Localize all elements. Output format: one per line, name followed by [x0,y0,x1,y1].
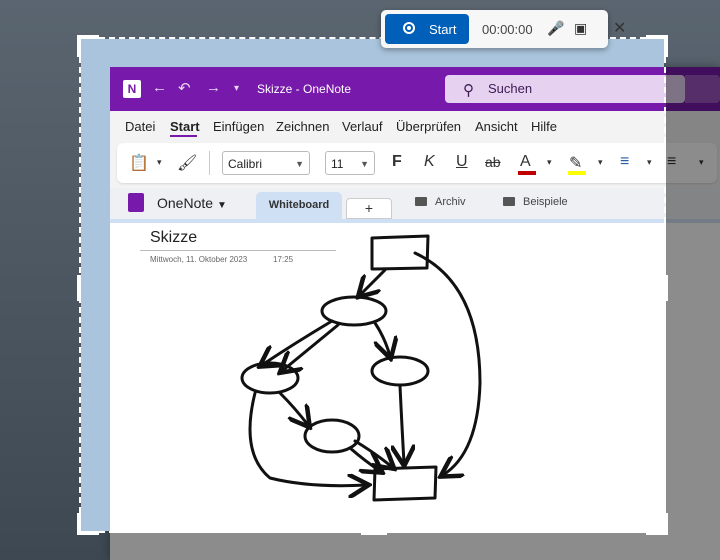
close-icon[interactable]: ✕ [613,18,626,38]
selection-tint [81,39,110,531]
unselected-area-overlay [110,533,666,560]
resize-handle[interactable] [361,531,387,535]
resize-handle[interactable] [664,513,668,535]
record-icon [403,22,415,34]
resize-handle[interactable] [664,35,668,57]
start-label: Start [429,22,457,37]
unselected-area-overlay [666,67,720,560]
start-recording-button[interactable]: Start [385,14,469,44]
snipping-record-toolbar: Start 00:00:00 🎤 ▣ ✕ [381,10,626,48]
microphone-icon[interactable]: 🎤 [547,20,564,37]
resize-handle[interactable] [664,275,668,301]
capture-selection-region[interactable] [77,35,668,535]
recording-timer: 00:00:00 [482,22,533,37]
system-audio-icon[interactable]: ▣ [574,20,587,37]
